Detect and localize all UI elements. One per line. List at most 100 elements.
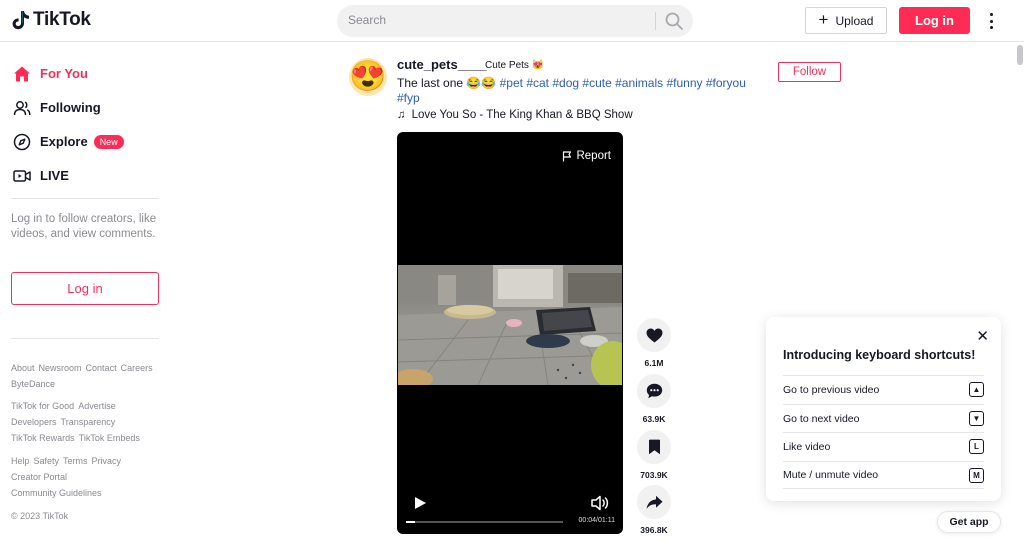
caption-text: The last one 😂😂	[397, 76, 497, 90]
footer-link[interactable]: TikTok Rewards	[11, 433, 75, 443]
logo-text: TikTok	[33, 9, 91, 30]
footer-link[interactable]: Transparency	[61, 417, 116, 427]
like-count: 6.1M	[644, 358, 664, 368]
footer-link[interactable]: Terms	[63, 456, 88, 466]
more-options-icon[interactable]	[984, 11, 998, 31]
close-icon[interactable]: ✕	[976, 327, 989, 345]
login-button[interactable]: Log in	[899, 7, 970, 34]
hashtag-link[interactable]: #animals	[615, 76, 663, 90]
comment-icon	[646, 383, 662, 399]
footer-link[interactable]: TikTok Embeds	[79, 433, 140, 443]
sidebar-item-following[interactable]: Following	[12, 98, 101, 117]
footer-link[interactable]: Newsroom	[39, 363, 82, 373]
footer-link[interactable]: Privacy	[92, 456, 122, 466]
video-progress-bar[interactable]	[406, 521, 563, 523]
play-icon[interactable]	[413, 496, 427, 510]
footer-link[interactable]: TikTok for Good	[11, 401, 74, 411]
hashtag-link[interactable]: #cute	[582, 76, 611, 90]
volume-icon[interactable]	[591, 495, 609, 511]
video-time: 00:04/01:11	[578, 517, 615, 524]
footer-link[interactable]: Careers	[121, 363, 153, 373]
shortcut-row: Like video L	[783, 432, 984, 460]
copyright: © 2023 TikTok	[11, 511, 69, 521]
plus-icon: +	[818, 10, 829, 29]
compass-icon	[12, 132, 31, 151]
creator-nickname[interactable]: Cute Pets 😻	[485, 60, 544, 71]
footer-link[interactable]: ByteDance	[11, 379, 55, 389]
arrow-down-key-icon: ▼	[969, 411, 984, 426]
footer-links-group-3: Help Safety Terms Privacy Creator Portal Comm…	[11, 453, 166, 501]
comment-action: 63.9K	[637, 374, 671, 424]
music-link[interactable]: ♫ Love You So - The King Khan & BBQ Show	[397, 109, 633, 121]
post-caption: The last one 😂😂 #pet #cat #dog #cute #an…	[397, 76, 757, 106]
hashtag-link[interactable]: #funny	[666, 76, 702, 90]
sidebar-login-button[interactable]: Log in	[11, 272, 159, 305]
sidebar-item-explore[interactable]: Explore New	[12, 132, 124, 151]
creator-avatar[interactable]: 😍	[349, 58, 387, 96]
share-action: 396.8K	[637, 485, 671, 535]
like-action: 6.1M	[637, 318, 671, 368]
footer-link[interactable]: Contact	[86, 363, 117, 373]
sidebar-divider	[11, 338, 159, 339]
video-player[interactable]: Report 00:04/01:11	[397, 132, 623, 534]
search-icon[interactable]	[664, 11, 684, 31]
share-button[interactable]	[637, 485, 671, 519]
top-header: TikTok Search + Upload Log in	[0, 0, 1024, 42]
creator-username[interactable]: cute_pets____	[397, 57, 487, 72]
footer-link[interactable]: Creator Portal	[11, 472, 67, 482]
report-button[interactable]: Report	[562, 150, 611, 162]
comment-button[interactable]	[637, 374, 671, 408]
footer-link[interactable]: Developers	[11, 417, 57, 427]
upload-button[interactable]: + Upload	[805, 7, 887, 34]
heart-icon	[646, 328, 662, 342]
sidebar-item-label: Following	[40, 100, 101, 115]
shortcut-row: Go to next video ▼	[783, 404, 984, 432]
shortcut-row: Go to previous video ▲	[783, 375, 984, 403]
shortcuts-title: Introducing keyboard shortcuts!	[783, 348, 976, 362]
share-icon	[646, 495, 662, 509]
upload-label: Upload	[835, 13, 874, 28]
hashtag-link[interactable]: #pet	[500, 76, 523, 90]
get-app-button[interactable]: Get app	[937, 511, 1001, 533]
scrollbar-track[interactable]	[1014, 43, 1024, 542]
video-progress-fill	[406, 521, 416, 523]
footer-link[interactable]: Advertise	[78, 401, 116, 411]
shortcut-label: Go to previous video	[783, 383, 880, 396]
footer-links-group-1: About Newsroom Contact Careers ByteDance	[11, 360, 166, 392]
like-button[interactable]	[637, 318, 671, 352]
comment-count: 63.9K	[642, 414, 666, 424]
m-key-icon: M	[969, 467, 984, 483]
footer-links-group-2: TikTok for Good Advertise Developers Transp…	[11, 398, 166, 446]
sidebar: For You Following Explore New LIVE Log i…	[0, 43, 170, 542]
search-divider	[655, 12, 656, 30]
music-title: Love You So - The King Khan & BBQ Show	[411, 109, 633, 121]
hashtag-link[interactable]: #cat	[526, 76, 549, 90]
sidebar-item-label: LIVE	[40, 168, 69, 183]
search-bar[interactable]: Search	[337, 5, 693, 37]
live-icon	[12, 166, 31, 185]
tiktok-logo[interactable]: TikTok	[12, 9, 91, 31]
save-count: 703.9K	[640, 470, 668, 480]
search-input[interactable]: Search	[348, 13, 386, 27]
save-action: 703.9K	[637, 430, 671, 480]
save-button[interactable]	[637, 430, 671, 464]
footer-link[interactable]: Safety	[34, 456, 60, 466]
sidebar-divider	[11, 198, 159, 199]
hashtag-link[interactable]: #foryou	[706, 76, 746, 90]
hashtag-link[interactable]: #dog	[552, 76, 579, 90]
video-frame	[398, 265, 622, 385]
hashtag-link[interactable]: #fyp	[397, 91, 420, 105]
footer-link[interactable]: Community Guidelines	[11, 488, 102, 498]
sidebar-item-label: Explore	[40, 134, 88, 149]
follow-button[interactable]: Follow	[778, 62, 841, 82]
scrollbar-thumb[interactable]	[1017, 45, 1023, 65]
sidebar-item-live[interactable]: LIVE	[12, 166, 69, 185]
footer-link[interactable]: About	[11, 363, 35, 373]
l-key-icon: L	[969, 439, 984, 454]
video-still-image	[398, 265, 622, 385]
flag-icon	[563, 150, 572, 161]
tiktok-note-icon	[12, 11, 29, 30]
sidebar-item-for-you[interactable]: For You	[12, 64, 88, 83]
shortcut-label: Like video	[783, 440, 831, 453]
footer-link[interactable]: Help	[11, 456, 30, 466]
